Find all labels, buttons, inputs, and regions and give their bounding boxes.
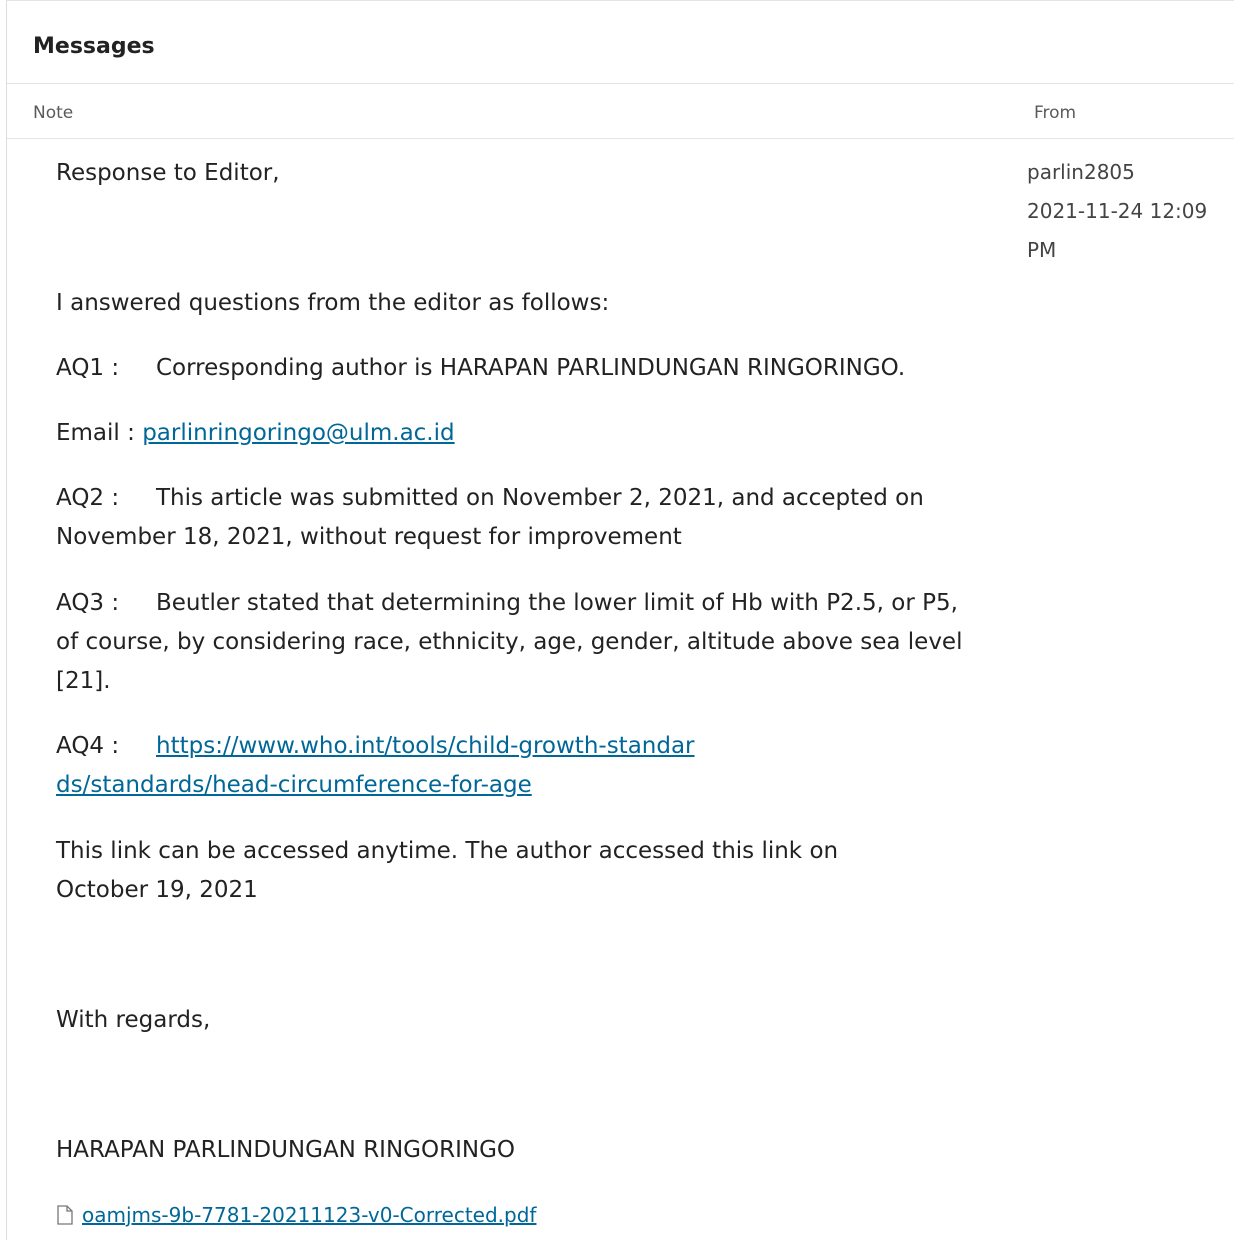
aq1-text: Corresponding author is HARAPAN PARLINDU… (156, 355, 906, 381)
aq2-text: This article was submitted on November 2… (56, 485, 924, 550)
aq1-line: AQ1 : Corresponding author is HARAPAN PAR… (56, 349, 986, 388)
sender-username: parlin2805 (1027, 160, 1135, 184)
aq3-label: AQ3 : (56, 590, 120, 616)
greeting: Response to Editor, (56, 160, 280, 186)
aq3-text: Beutler stated that determining the lowe… (56, 590, 963, 694)
column-header-from: From (1034, 103, 1077, 123)
messages-header: Messages (7, 1, 1234, 84)
column-header-note: Note (33, 103, 74, 123)
aq3-line: AQ3 : Beutler stated that determining the… (56, 584, 986, 701)
aq2-label: AQ2 : (56, 485, 120, 511)
aq2-line: AQ2 : This article was submitted on Novem… (56, 479, 986, 557)
email-line: Email : parlinringoringo@ulm.ac.id (56, 414, 986, 453)
messages-title: Messages (33, 34, 155, 59)
access-note: This link can be accessed anytime. The a… (56, 838, 839, 903)
column-header-row: Note From (7, 84, 1234, 139)
attachment-name: oamjms-9b-7781-20211123-v0-Corrected.pdf (82, 1203, 537, 1227)
aq1-label: AQ1 : (56, 355, 120, 381)
email-link[interactable]: parlinringoringo@ulm.ac.id (142, 420, 454, 446)
aq4-line: AQ4 : https://www.who.int/tools/child-gro… (56, 727, 696, 805)
attachment-link[interactable]: oamjms-9b-7781-20211123-v0-Corrected.pdf (56, 1200, 536, 1230)
regards: With regards, (56, 1007, 211, 1033)
aq4-label: AQ4 : (56, 733, 120, 759)
email-label: Email : (56, 420, 135, 446)
message-sender: parlin2805 2021-11-24 12:09 PM (1027, 153, 1227, 270)
file-icon (57, 1205, 73, 1225)
signature: HARAPAN PARLINDUNGAN RINGORINGO (56, 1137, 515, 1163)
intro-text: I answered questions from the editor as … (56, 290, 610, 316)
sender-datetime: 2021-11-24 12:09 PM (1027, 199, 1208, 262)
